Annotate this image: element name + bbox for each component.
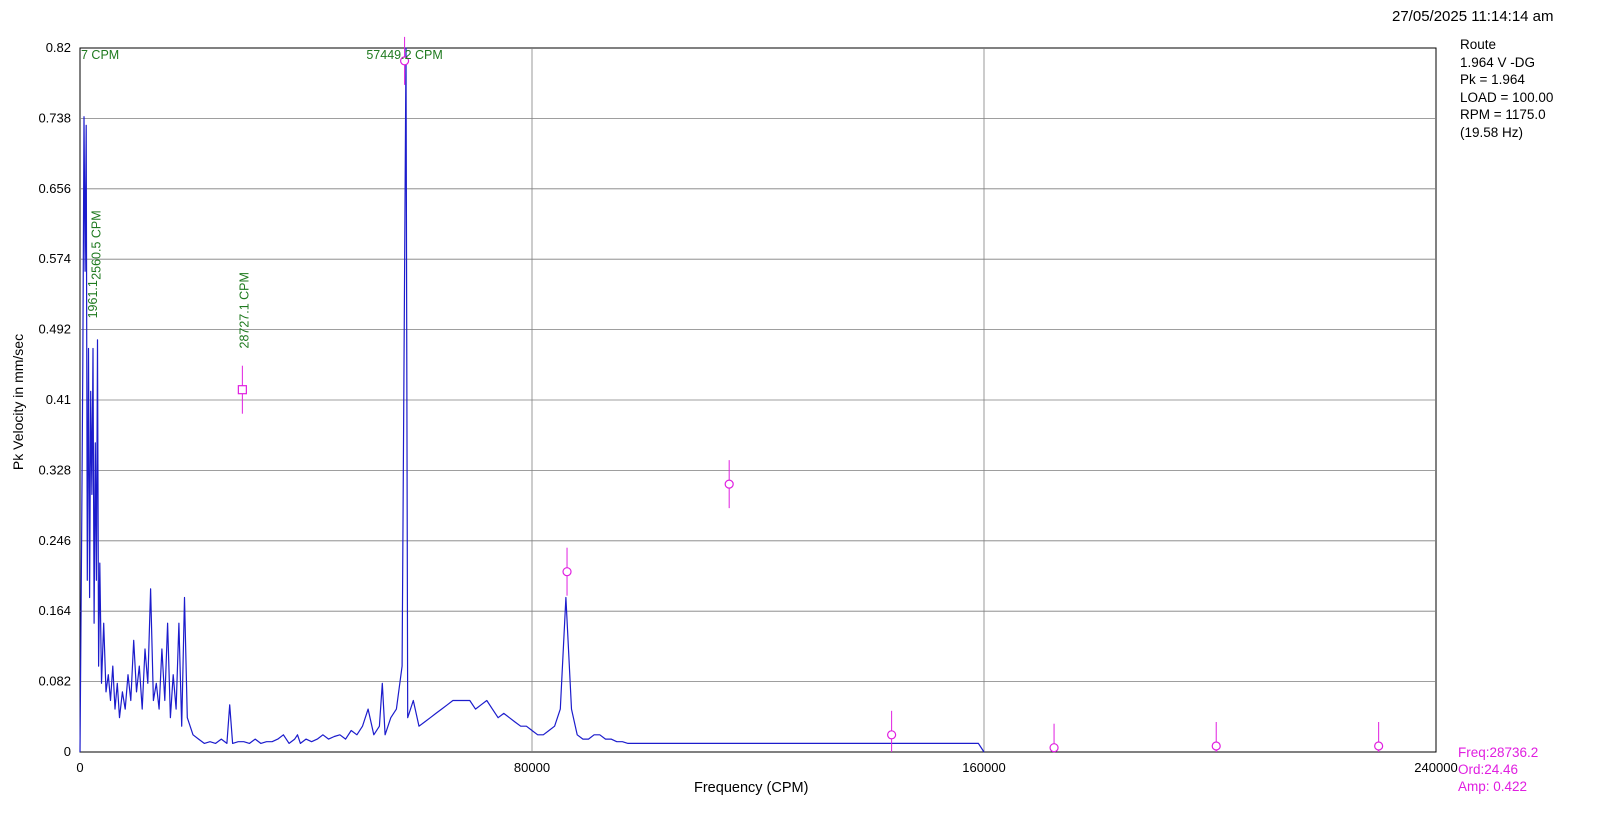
marker-square — [237, 385, 247, 395]
info-line-rpm: RPM = 1175.0 — [1460, 107, 1546, 122]
y-tick-label: 0.656 — [38, 181, 71, 196]
info-line-peak: Pk = 1.964 — [1460, 72, 1525, 87]
marker-circle — [1049, 743, 1059, 753]
y-tick-label: 0.492 — [38, 322, 71, 337]
cursor-freq: Freq:28736.2 — [1458, 745, 1539, 760]
marker-circle — [724, 479, 734, 489]
y-tick-label: 0 — [64, 744, 71, 759]
spectrum-chart: 0 0.082 0.164 0.246 0.328 0.41 0.492 0.574 0.656… — [38, 36, 1458, 775]
y-tick-label: 0.082 — [38, 674, 71, 689]
info-panel: Route 1.964 V -DG Pk = 1.964 LOAD = 100.… — [1460, 36, 1553, 141]
info-line-voltage: 1.964 V -DG — [1460, 54, 1536, 70]
cursor-amplitude: Amp: 0.422 — [1458, 779, 1528, 794]
y-axis-label: Pk Velocity in mm/sec — [10, 333, 26, 471]
x-tick-label: 80000 — [514, 760, 550, 775]
y-tick-label: 0.164 — [38, 603, 71, 618]
peak-label: 57449.2 CPM — [366, 48, 442, 62]
peak-label-rotated: 28727.1 CPM — [237, 272, 251, 348]
peak-label-rotated: 2560.5 CPM — [90, 210, 104, 279]
x-tick-label: 240000 — [1414, 760, 1457, 775]
info-line-hz: (19.58 Hz) — [1460, 124, 1524, 140]
x-tick-label: 0 — [76, 760, 83, 775]
marker-circle — [562, 567, 572, 577]
y-tick-label: 0.328 — [38, 462, 71, 477]
x-axis-label: Frequency (CPM) — [694, 780, 809, 796]
info-line-route: Route — [1460, 37, 1497, 52]
peak-label-rotated: 1961.1 — [86, 280, 100, 318]
info-line-load: LOAD = 100.00 — [1460, 89, 1554, 105]
y-tick-label: 0.41 — [46, 392, 71, 407]
marker-circle — [1211, 741, 1221, 751]
peak-label: 7 CPM — [81, 48, 119, 62]
y-tick-label: 0.574 — [38, 251, 71, 266]
y-tick-label: 0.246 — [38, 533, 71, 548]
x-tick-label: 160000 — [962, 760, 1005, 775]
timestamp: 27/05/2025 11:14:14 am — [1392, 8, 1554, 25]
marker-circle — [887, 730, 897, 740]
y-tick-label: 0.738 — [38, 110, 71, 125]
marker-circle — [1374, 741, 1384, 751]
cursor-order: Ord:24.46 — [1458, 762, 1519, 777]
cursor-readout: Freq:28736.2 Ord:24.46 Amp: 0.422 — [1458, 744, 1538, 795]
y-tick-label: 0.82 — [46, 40, 71, 55]
